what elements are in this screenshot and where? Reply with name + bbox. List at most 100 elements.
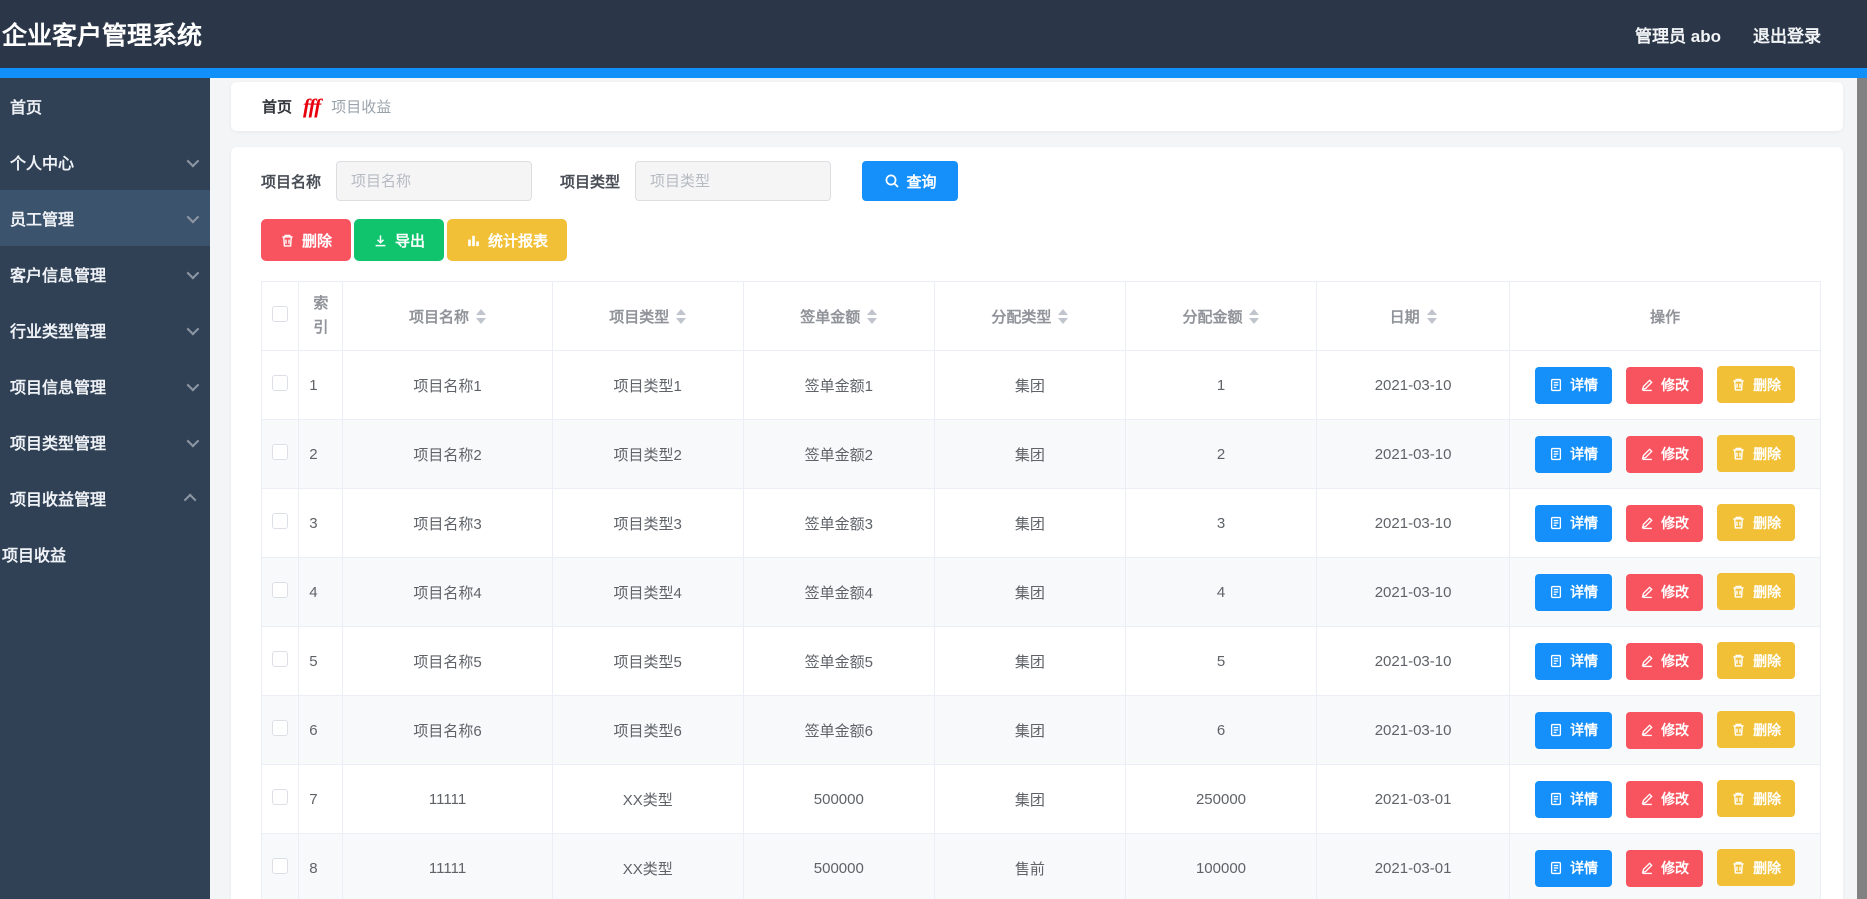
edit-row-button[interactable]: 修改	[1626, 504, 1704, 542]
column-header-alloc_amount[interactable]: 分配金额	[1125, 281, 1318, 351]
row-checkbox[interactable]	[272, 651, 289, 667]
chevron-down-icon	[186, 434, 200, 447]
detail-row-button[interactable]: 详情	[1535, 780, 1613, 818]
detail-row-button[interactable]: 详情	[1535, 573, 1613, 611]
document-icon	[1549, 654, 1563, 668]
sidebar-item-home[interactable]: 首页	[0, 78, 210, 134]
document-icon	[1549, 378, 1563, 392]
sort-carets-icon[interactable]	[1426, 308, 1437, 324]
detail-row-button[interactable]: 详情	[1535, 435, 1613, 473]
edit-row-button[interactable]: 修改	[1626, 711, 1704, 749]
breadcrumb-home[interactable]: 首页	[262, 96, 292, 117]
pen-icon	[1640, 723, 1654, 737]
main-content: 首页 fff 项目收益 项目名称 项目类型 查询 删除导出统	[210, 78, 1867, 899]
delete-button[interactable]: 删除	[261, 219, 352, 261]
query-button-label: 查询	[906, 173, 937, 191]
row-checkbox-cell	[261, 833, 300, 899]
sidebar-item-project-income[interactable]: 项目收益	[0, 526, 210, 582]
column-header-name[interactable]: 项目名称	[342, 281, 553, 351]
sidebar-item-customer-info-mgmt[interactable]: 客户信息管理	[0, 246, 210, 302]
edit-row-button[interactable]: 修改	[1626, 780, 1704, 818]
column-label: 项目名称	[409, 308, 470, 326]
delete-row-button[interactable]: 删除	[1717, 711, 1796, 749]
column-header-sign_amount[interactable]: 签单金额	[743, 281, 935, 351]
sidebar-item-project-info-mgmt[interactable]: 项目信息管理	[0, 358, 210, 414]
sidebar-item-industry-type-mgmt[interactable]: 行业类型管理	[0, 302, 210, 358]
query-button[interactable]: 查询	[862, 161, 959, 201]
delete-row-button[interactable]: 删除	[1717, 366, 1796, 404]
edit-row-button[interactable]: 修改	[1626, 573, 1704, 611]
column-header-type[interactable]: 项目类型	[552, 281, 744, 351]
chart-icon	[466, 233, 481, 248]
edit-row-button[interactable]: 修改	[1626, 849, 1704, 887]
cell-date: 2021-03-10	[1316, 488, 1511, 558]
table-row: 5 项目名称5 项目类型5 签单金额5 集团 5 2021-03-10 详情 修改 删除	[261, 626, 1821, 696]
trash-icon	[1731, 860, 1746, 875]
row-checkbox[interactable]	[272, 858, 289, 874]
cell-name: 项目名称6	[342, 695, 553, 765]
page-scrollbar[interactable]	[1857, 78, 1867, 899]
cell-date: 2021-03-01	[1316, 833, 1511, 899]
detail-row-button[interactable]: 详情	[1535, 504, 1613, 542]
sidebar-item-employee-mgmt[interactable]: 员工管理	[0, 190, 210, 246]
sort-carets-icon[interactable]	[476, 308, 487, 324]
delete-row-button[interactable]: 删除	[1717, 504, 1796, 542]
detail-row-button[interactable]: 详情	[1535, 711, 1613, 749]
row-checkbox[interactable]	[272, 375, 289, 391]
edit-row-button[interactable]: 修改	[1626, 435, 1704, 473]
row-checkbox[interactable]	[272, 720, 289, 736]
table-row: 8 11111 XX类型 500000 售前 100000 2021-03-01 详情 修改 删除	[261, 833, 1821, 899]
pen-icon	[1640, 792, 1654, 806]
delete-row-button[interactable]: 删除	[1717, 435, 1796, 473]
project-type-input[interactable]	[635, 161, 832, 201]
navbar-right: 管理员 abo 退出登录	[1635, 22, 1821, 47]
detail-row-button-label: 详情	[1570, 791, 1599, 808]
sort-carets-icon[interactable]	[867, 308, 878, 324]
cell-alloc_type: 集团	[934, 350, 1126, 420]
row-actions-cell: 详情 修改 删除	[1509, 695, 1821, 765]
delete-row-button-label: 删除	[1753, 445, 1782, 462]
column-label: 日期	[1389, 308, 1420, 326]
select-all-checkbox[interactable]	[272, 306, 289, 322]
document-icon	[1549, 585, 1563, 599]
cell-alloc_amount: 3	[1125, 488, 1318, 558]
edit-row-button[interactable]: 修改	[1626, 366, 1704, 404]
sort-carets-icon[interactable]	[676, 308, 687, 324]
row-actions-cell: 详情 修改 删除	[1509, 419, 1821, 489]
sort-carets-icon[interactable]	[1058, 308, 1069, 324]
row-checkbox[interactable]	[272, 582, 289, 598]
detail-row-button[interactable]: 详情	[1535, 642, 1613, 680]
edit-row-button-label: 修改	[1661, 584, 1690, 601]
row-checkbox[interactable]	[272, 513, 289, 529]
scrollbar-thumb[interactable]	[1857, 78, 1867, 899]
detail-row-button[interactable]: 详情	[1535, 849, 1613, 887]
report-button[interactable]: 统计报表	[447, 219, 568, 261]
detail-row-button[interactable]: 详情	[1535, 366, 1613, 404]
sidebar-item-project-income-mgmt[interactable]: 项目收益管理	[0, 470, 210, 526]
delete-row-button[interactable]: 删除	[1717, 849, 1796, 887]
cell-index: 4	[298, 557, 344, 627]
logout-link[interactable]: 退出登录	[1753, 22, 1821, 47]
export-button[interactable]: 导出	[354, 219, 445, 261]
edit-row-button-label: 修改	[1661, 791, 1690, 808]
row-checkbox[interactable]	[272, 789, 289, 805]
row-checkbox[interactable]	[272, 444, 289, 460]
delete-row-button[interactable]: 删除	[1717, 642, 1796, 680]
cell-date: 2021-03-10	[1316, 419, 1511, 489]
column-header-date[interactable]: 日期	[1316, 281, 1511, 351]
current-user-label[interactable]: 管理员 abo	[1635, 22, 1721, 47]
sidebar-item-project-type-mgmt[interactable]: 项目类型管理	[0, 414, 210, 470]
pen-icon	[1640, 654, 1654, 668]
trash-icon	[1731, 653, 1746, 668]
project-name-input[interactable]	[336, 161, 533, 201]
edit-row-button[interactable]: 修改	[1626, 642, 1704, 680]
delete-row-button[interactable]: 删除	[1717, 573, 1796, 611]
search-icon	[884, 173, 900, 189]
column-header-alloc_type[interactable]: 分配类型	[934, 281, 1126, 351]
row-checkbox-cell	[261, 557, 300, 627]
delete-row-button[interactable]: 删除	[1717, 780, 1796, 818]
sort-carets-icon[interactable]	[1249, 308, 1260, 324]
trash-icon	[1731, 446, 1746, 461]
sidebar-item-profile[interactable]: 个人中心	[0, 134, 210, 190]
cell-type: 项目类型5	[552, 626, 744, 696]
